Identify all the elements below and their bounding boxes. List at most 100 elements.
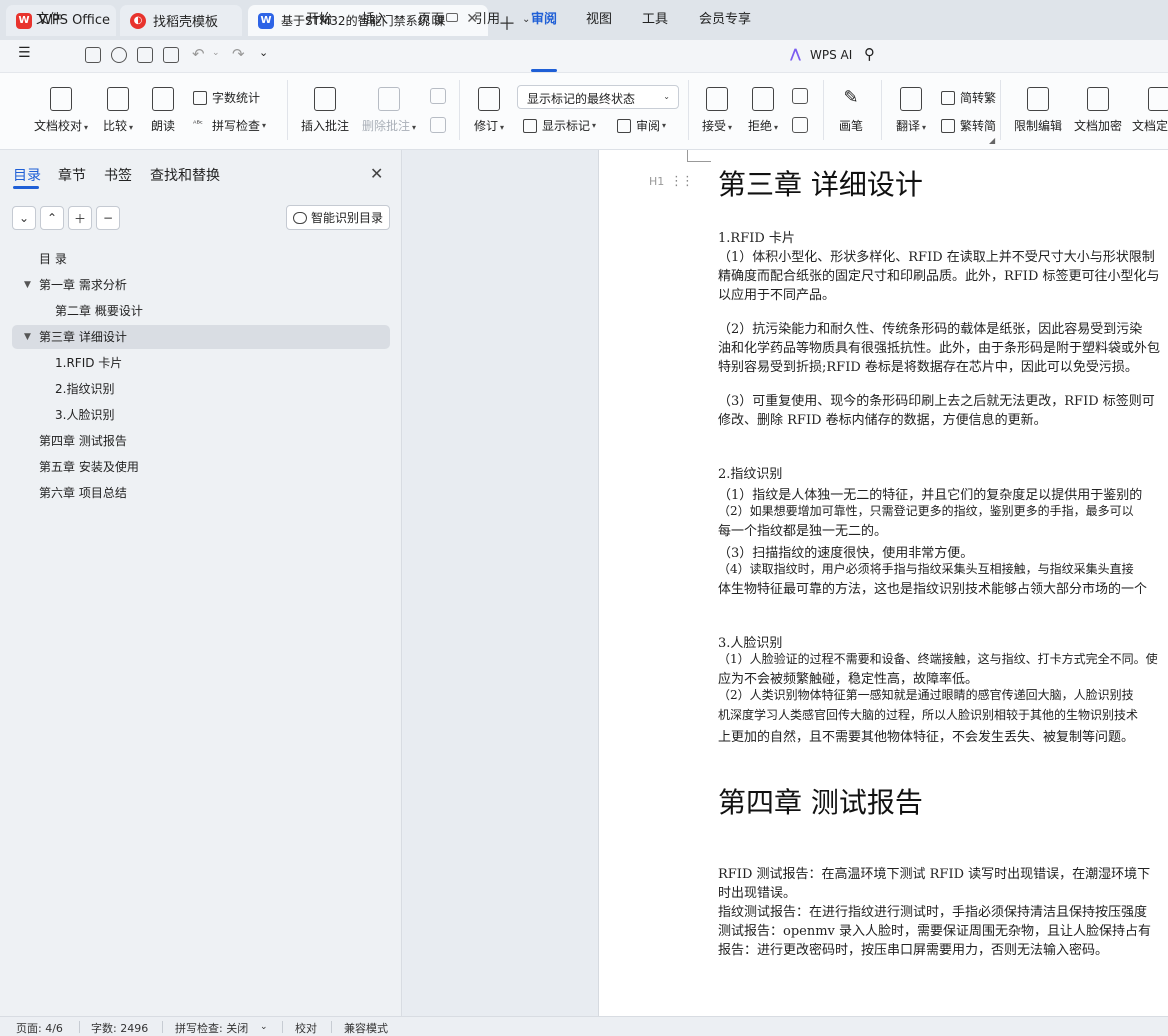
paragraph-line[interactable]: 修改、删除 RFID 卷标内储存的数据，方便信息的更新。 — [718, 409, 1047, 428]
toc-item[interactable]: 第二章 概要设计 — [12, 299, 390, 323]
chapter-heading[interactable]: 第三章 详细设计 — [718, 163, 923, 203]
undo-icon[interactable]: ↶ — [192, 45, 205, 63]
next-change-icon[interactable] — [792, 117, 808, 133]
toc-item[interactable]: 3.人脸识别 — [12, 403, 390, 427]
paragraph-line[interactable]: 报告：进行更改密码时，按压串口屏需要用力，否则无法输入密码。 — [718, 939, 1108, 958]
review-pane-button[interactable]: 审阅 ▾ — [617, 117, 666, 134]
translate-button[interactable]: 翻译 ▾ — [892, 87, 930, 134]
menu-file[interactable]: 文件 — [36, 8, 62, 27]
hamburger-icon[interactable]: ☰ — [18, 45, 31, 61]
paragraph-line[interactable]: 特别容易受到折损;RFID 卷标是将数据存在芯片中，因此可以免受污损。 — [718, 356, 1138, 375]
tab-toc[interactable]: 目录 — [13, 165, 41, 185]
compare-button[interactable]: 比较 ▾ — [98, 87, 138, 134]
finalize-button[interactable]: 文档定 — [1132, 87, 1168, 134]
paragraph-line[interactable]: 油和化学药品等物质具有很强抵抗性。此外，由于条形码是附于塑料袋或外包 — [718, 337, 1160, 356]
promote-level-button[interactable]: ＋ — [68, 206, 92, 230]
toc-item[interactable]: 目 录 — [12, 247, 390, 271]
toc-item[interactable]: 2.指纹识别 — [12, 377, 390, 401]
tab-docer-templates[interactable]: ◐ 找稻壳模板 — [120, 5, 242, 36]
tab-find-replace[interactable]: 查找和替换 — [150, 165, 220, 185]
print-icon[interactable] — [137, 47, 153, 63]
paragraph-line[interactable]: （2）抗污染能力和耐久性、传统条形码的载体是纸张，因此容易受到污染 — [718, 318, 1142, 337]
paragraph-line[interactable]: 测试报告：openmv 录入人脸时，需要保证周围无杂物，且让人脸保持占有 — [718, 920, 1151, 939]
new-tab-icon[interactable]: ＋ — [498, 10, 516, 36]
paragraph-line[interactable]: （2）人类识别物体特征第一感知就是通过眼睛的感官传递回大脑，人脸识别技 — [718, 686, 1134, 703]
insert-comment-button[interactable]: 插入批注 — [300, 87, 350, 134]
section-title[interactable]: 1.RFID 卡片 — [718, 227, 795, 246]
delete-comment-button[interactable]: 删除批注 ▾ — [360, 87, 418, 134]
menu-review[interactable]: 审阅 — [531, 8, 557, 27]
word-count-button[interactable]: 字数统计 — [193, 89, 260, 106]
to-traditional-button[interactable]: 简转繁 — [941, 89, 996, 106]
to-simplified-button[interactable]: 繁转简 — [941, 117, 996, 134]
markup-state-select[interactable]: 显示标记的最终状态 ⌄ — [517, 85, 679, 109]
close-pane-icon[interactable]: ✕ — [370, 164, 383, 183]
paragraph-line[interactable]: （1）人脸验证的过程不需要和设备、终端接触，这与指纹、打卡方式完全不同。使 — [718, 650, 1158, 667]
demote-level-button[interactable]: − — [96, 206, 120, 230]
paragraph-line[interactable]: 应为不会被频繁触碰，稳定性高，故障率低。 — [718, 668, 978, 687]
chapter-heading[interactable]: 第四章 测试报告 — [718, 781, 923, 821]
paragraph-line[interactable]: 时出现错误。 — [718, 882, 796, 901]
accept-button[interactable]: 接受 ▾ — [698, 87, 736, 134]
print-preview-icon[interactable] — [163, 47, 179, 63]
tab-dropdown-icon[interactable]: ⌄ — [522, 14, 530, 25]
tab-sections[interactable]: 章节 — [58, 165, 86, 185]
collapse-all-button[interactable]: ⌃ — [40, 206, 64, 230]
tab-bookmarks[interactable]: 书签 — [104, 165, 132, 185]
search-icon[interactable]: ⚲ — [864, 45, 875, 63]
menu-page[interactable]: 页面 — [418, 8, 444, 27]
toc-item-selected[interactable]: ▼ 第三章 详细设计 — [12, 325, 390, 349]
paragraph-line[interactable]: （3）可重复使用、现今的条形码印刷上去之后就无法更改，RFID 标签则可 — [718, 390, 1155, 409]
prev-change-icon[interactable] — [792, 88, 808, 104]
paragraph-line[interactable]: 指纹测试报告：在进行指纹进行测试时，手指必须保持清洁且保持按压强度 — [718, 901, 1147, 920]
paragraph-line[interactable]: 每一个指纹都是独一无二的。 — [718, 520, 887, 539]
paragraph-line[interactable]: 机深度学习人类感官回传大脑的过程，所以人脸识别相较于其他的生物识别技术 — [718, 706, 1138, 723]
section-title[interactable]: 2.指纹识别 — [718, 463, 782, 482]
section-title[interactable]: 3.人脸识别 — [718, 632, 782, 651]
menu-tools[interactable]: 工具 — [642, 8, 668, 27]
next-comment-icon[interactable] — [430, 117, 446, 133]
menu-insert[interactable]: 插入 — [362, 8, 388, 27]
revise-button[interactable]: 修订 ▾ — [470, 87, 508, 134]
encrypt-button[interactable]: 文档加密 — [1072, 87, 1124, 134]
paragraph-line[interactable]: 精确度而配合纸张的固定尺寸和印刷品质。此外，RFID 标签更可往小型化与 — [718, 265, 1160, 284]
paragraph-line[interactable]: 上更加的自然，且不需要其他物体特征，不会发生丢失、被复制等问题。 — [718, 726, 1134, 745]
undo-dropdown-icon[interactable]: ⌄ — [212, 48, 220, 58]
paragraph-line[interactable]: 以应用于不同产品。 — [718, 284, 835, 303]
window-icon[interactable] — [446, 13, 458, 22]
reject-button[interactable]: 拒绝 ▾ — [744, 87, 782, 134]
pen-button[interactable]: ✎ 画笔 — [834, 87, 868, 134]
paragraph-line[interactable]: （2）如果想要增加可靠性，只需登记更多的指纹，鉴别更多的手指，最多可以 — [718, 502, 1134, 519]
toc-item[interactable]: 1.RFID 卡片 — [12, 351, 390, 375]
redo-icon[interactable]: ↷ — [232, 45, 245, 63]
prev-comment-icon[interactable] — [430, 88, 446, 104]
proofread-status[interactable]: 校对 — [295, 1020, 317, 1036]
heading-style-icon[interactable]: H1 — [649, 175, 664, 188]
read-aloud-button[interactable]: 朗读 — [146, 87, 180, 134]
smart-toc-button[interactable]: 智能识别目录 — [286, 205, 390, 230]
menu-view[interactable]: 视图 — [586, 8, 612, 27]
caret-down-icon[interactable]: ▼ — [24, 273, 31, 297]
spell-check-status[interactable]: 拼写检查: 关闭 — [175, 1020, 248, 1036]
save-icon[interactable] — [85, 47, 101, 63]
doc-check-button[interactable]: 文档校对 ▾ — [28, 87, 94, 134]
toc-item[interactable]: 第六章 项目总结 — [12, 481, 390, 505]
drag-handle-icon[interactable]: ⋮⋮ — [670, 174, 694, 189]
share-icon[interactable] — [111, 47, 127, 63]
paragraph-line[interactable]: （3）扫描指纹的速度很快，使用非常方便。 — [718, 542, 973, 561]
menu-start[interactable]: 开始 — [306, 8, 332, 27]
chevron-down-icon[interactable]: ⌄ — [260, 1022, 268, 1032]
expand-all-button[interactable]: ⌄ — [12, 206, 36, 230]
quick-access-dropdown-icon[interactable]: ⌄ — [259, 46, 268, 59]
menu-reference[interactable]: 引用 — [474, 8, 500, 27]
menu-membership[interactable]: 会员专享 — [699, 8, 751, 27]
toc-item[interactable]: ▼ 第一章 需求分析 — [12, 273, 390, 297]
page-indicator[interactable]: 页面: 4/6 — [16, 1020, 63, 1036]
paragraph-line[interactable]: （1）指纹是人体独一无二的特征，并且它们的复杂度足以提供用于鉴别的 — [718, 484, 1142, 503]
show-markup-button[interactable]: 显示标记 ▾ — [523, 117, 596, 134]
toc-item[interactable]: 第五章 安装及使用 — [12, 455, 390, 479]
word-count-indicator[interactable]: 字数: 2496 — [91, 1020, 148, 1036]
toc-item[interactable]: 第四章 测试报告 — [12, 429, 390, 453]
paragraph-line[interactable]: RFID 测试报告：在高温环境下测试 RFID 读写时出现错误，在潮湿环境下 — [718, 863, 1150, 882]
caret-down-icon[interactable]: ▼ — [24, 325, 31, 349]
